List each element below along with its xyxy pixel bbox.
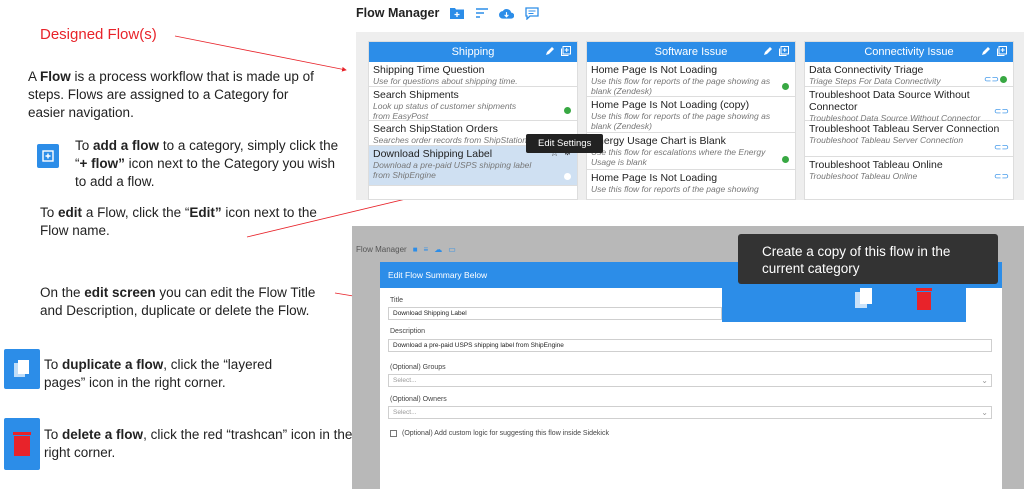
title-field[interactable]: Download Shipping Label	[388, 307, 722, 320]
category-column-software-issue: Software Issue Home Page Is Not Loading …	[586, 41, 796, 200]
title-label: Title	[390, 297, 403, 304]
description-label: Description	[390, 328, 426, 335]
flow-description: Troubleshoot Tableau Online	[809, 171, 918, 181]
owners-select[interactable]: Select... ⌄	[388, 406, 992, 419]
flow-manager-header-dimmed: Flow Manager ■ ≡ ☁ ▭	[356, 245, 456, 254]
flow-manager-header: Flow Manager	[356, 6, 539, 20]
category-column-connectivity-issue: Connectivity Issue Data Connectivity Tri…	[804, 41, 1014, 200]
flow-description: Triage Steps For Data Connectivity	[809, 76, 941, 86]
flow-description: Use this flow for reports of the page sh…	[591, 111, 771, 131]
edit-icon[interactable]	[763, 46, 773, 56]
custom-logic-checkbox[interactable]	[390, 430, 397, 437]
chevron-down-icon: ⌄	[981, 408, 988, 417]
flow-description: Download a pre-paid USPS shipping label …	[373, 160, 532, 180]
chevron-down-icon: ⌄	[981, 376, 988, 385]
flow-description: Use this flow for escalations where the …	[591, 147, 766, 167]
cloud-download-icon: ☁	[434, 245, 443, 254]
custom-logic-label: (Optional) Add custom logic for suggesti…	[402, 430, 609, 437]
comment-icon[interactable]	[524, 6, 539, 20]
copy-flow-tooltip: Create a copy of this flow in the curren…	[738, 234, 998, 284]
flow-title: Energy Usage Chart is Blank	[591, 135, 726, 147]
sort-icon[interactable]	[474, 7, 489, 20]
flow-item[interactable]: Home Page Is Not Loading Use this flow f…	[587, 170, 795, 199]
groups-select[interactable]: Select... ⌄	[388, 374, 992, 387]
flow-item[interactable]: Home Page Is Not Loading (copy) Use this…	[587, 97, 795, 133]
add-flow-icon[interactable]	[997, 46, 1007, 56]
link-icon[interactable]: ⊂⊃	[984, 74, 999, 85]
flow-title: Troubleshoot Data Source Without Connect…	[809, 89, 970, 113]
owners-label: (Optional) Owners	[390, 396, 447, 403]
category-title: Connectivity Issue	[864, 46, 954, 58]
flow-description: Use for questions about shipping time.	[373, 76, 518, 86]
flow-item[interactable]: Troubleshoot Tableau Online Troubleshoot…	[805, 157, 1013, 185]
flow-title: Home Page Is Not Loading	[591, 64, 718, 76]
flow-title: Home Page Is Not Loading	[591, 172, 718, 184]
edit-icon[interactable]	[545, 46, 555, 56]
flow-manager-title: Flow Manager	[356, 6, 440, 20]
flow-item[interactable]: Troubleshoot Data Source Without Connect…	[805, 87, 1013, 123]
owners-placeholder: Select...	[393, 409, 417, 416]
category-title: Software Issue	[654, 46, 728, 58]
flow-item[interactable]: Data Connectivity Triage Triage Steps Fo…	[805, 62, 1013, 87]
groups-placeholder: Select...	[393, 377, 417, 384]
flow-description: Troubleshoot Tableau Server Connection	[809, 135, 964, 145]
copy-icon[interactable]	[852, 286, 876, 312]
flow-description: Use this flow for reports of the page sh…	[591, 76, 771, 96]
flow-board: Shipping Shipping Time Question Use for …	[356, 32, 1024, 200]
edit-settings-tooltip: Edit Settings	[526, 134, 604, 153]
description-field[interactable]: Download a pre-paid USPS shipping label …	[388, 339, 992, 352]
category-header: Connectivity Issue	[805, 42, 1013, 62]
category-header: Shipping	[369, 42, 577, 62]
status-dot	[564, 107, 571, 114]
link-icon[interactable]: ⊂⊃	[994, 171, 1009, 182]
add-flow-icon[interactable]	[561, 46, 571, 56]
flow-description: Look up status of customer shipments fro…	[373, 101, 517, 121]
flow-item[interactable]: Energy Usage Chart is Blank Use this flo…	[587, 133, 795, 170]
flow-title: Troubleshoot Tableau Server Connection	[809, 123, 1000, 135]
flow-title: Data Connectivity Triage	[809, 64, 924, 76]
add-flow-icon[interactable]	[779, 46, 789, 56]
edit-icon[interactable]	[981, 46, 991, 56]
add-flow-icon: ■	[412, 245, 418, 254]
category-title: Shipping	[451, 46, 495, 58]
flow-title: Home Page Is Not Loading (copy)	[591, 99, 750, 111]
flow-title: Troubleshoot Tableau Online	[809, 159, 943, 171]
cloud-download-icon[interactable]	[499, 7, 515, 20]
trash-icon[interactable]	[914, 286, 934, 312]
link-icon[interactable]: ⊂⊃	[994, 106, 1009, 117]
flow-title: Search Shipments	[373, 89, 459, 101]
flow-title: Shipping Time Question	[373, 64, 485, 76]
flow-description: Use this flow for reports of the page sh…	[591, 184, 759, 194]
flow-item[interactable]: Shipping Time Question Use for questions…	[369, 62, 577, 87]
flow-item[interactable]: Search Shipments Look up status of custo…	[369, 87, 577, 121]
category-column-shipping: Shipping Shipping Time Question Use for …	[368, 41, 578, 200]
comment-icon: ▭	[448, 245, 456, 254]
link-icon[interactable]: ⊂⊃	[994, 142, 1009, 153]
flow-manager-title: Flow Manager	[356, 245, 407, 254]
category-header: Software Issue	[587, 42, 795, 62]
tutorial-page: Designed Flow(s) A Flow is a process wor…	[0, 0, 1024, 489]
add-flow-icon[interactable]	[449, 7, 464, 20]
status-dot	[782, 156, 789, 163]
flow-item[interactable]: Troubleshoot Tableau Server Connection T…	[805, 121, 1013, 157]
flow-item[interactable]: Home Page Is Not Loading Use this flow f…	[587, 62, 795, 97]
status-dot	[564, 173, 571, 180]
sort-icon: ≡	[423, 245, 429, 254]
groups-label: (Optional) Groups	[390, 364, 446, 371]
status-dot	[1000, 76, 1007, 83]
status-dot	[782, 83, 789, 90]
